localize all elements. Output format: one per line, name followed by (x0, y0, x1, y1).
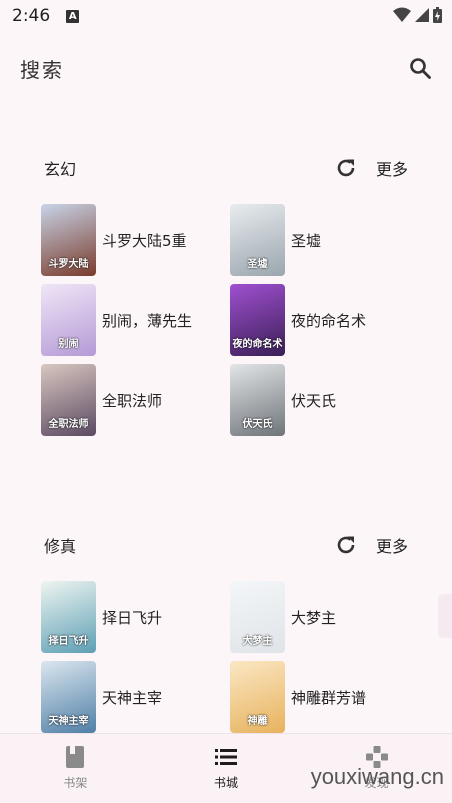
signal-icon (415, 8, 429, 22)
book-item[interactable]: 斗罗大陆 斗罗大陆5重 (41, 200, 230, 280)
status-bar: 2:46 A (0, 0, 452, 32)
search-bar[interactable]: 搜索 (0, 42, 452, 94)
book-item[interactable]: 大梦主 大梦主 (230, 577, 419, 657)
search-button[interactable] (400, 48, 440, 88)
book-title[interactable]: 择日飞升 (102, 607, 162, 628)
cover-text: 大梦主 (242, 636, 273, 647)
nav-label: 书城 (214, 776, 239, 790)
nav-item-bookshelf[interactable]: 书架 (0, 734, 151, 803)
cover-text: 天神主宰 (48, 716, 89, 727)
cover-text: 全职法师 (48, 419, 89, 430)
book-cover[interactable]: 斗罗大陆 (41, 204, 96, 276)
cover-text: 择日飞升 (48, 636, 89, 647)
book-title[interactable]: 别闹，薄先生 (102, 310, 192, 331)
book-item[interactable]: 夜的命名术 夜的命名术 (230, 280, 419, 360)
cover-text: 夜的命名术 (232, 339, 283, 350)
section-header: 玄幻 更多 (0, 148, 452, 188)
book-grid: 斗罗大陆 斗罗大陆5重 圣墟 圣墟 别闹 别闹，薄先生 夜的命名术 夜的命名术 全职法师 全职法师… (0, 200, 452, 440)
book-cover[interactable]: 天神主宰 (41, 661, 96, 733)
battery-icon (433, 7, 442, 23)
book-title[interactable]: 夜的命名术 (291, 310, 366, 331)
book-title[interactable]: 大梦主 (291, 607, 336, 628)
more-button[interactable]: 更多 (376, 152, 408, 184)
section-header: 修真 更多 (0, 525, 452, 565)
book-title[interactable]: 神雕群芳谱 (291, 687, 366, 708)
refresh-icon (337, 536, 355, 554)
book-cover[interactable]: 夜的命名术 (230, 284, 285, 356)
book-item[interactable]: 圣墟 圣墟 (230, 200, 419, 280)
book-cover[interactable]: 伏天氏 (230, 364, 285, 436)
book-item[interactable]: 全职法师 全职法师 (41, 360, 230, 440)
book-item[interactable]: 伏天氏 伏天氏 (230, 360, 419, 440)
book-cover[interactable]: 大梦主 (230, 581, 285, 653)
book-item[interactable]: 别闹 别闹，薄先生 (41, 280, 230, 360)
book-cover[interactable]: 择日飞升 (41, 581, 96, 653)
nav-label: 书架 (63, 776, 88, 790)
section-title: 修真 (44, 537, 77, 556)
more-button[interactable]: 更多 (376, 529, 408, 561)
section-xiuzhen: 修真 更多 择日飞升 择日飞升 大梦主 大梦主 天神主宰 天神主宰 神雕 神雕群芳谱 (0, 525, 452, 737)
section-xuanhuan: 玄幻 更多 斗罗大陆 斗罗大陆5重 圣墟 圣墟 别闹 别闹，薄先生 夜的命名术 夜的命名术 全职… (0, 148, 452, 440)
nav-item-bookstore[interactable]: 书城 (151, 734, 302, 803)
book-icon (66, 746, 85, 768)
book-title[interactable]: 圣墟 (291, 230, 321, 251)
book-title[interactable]: 全职法师 (102, 390, 162, 411)
book-title[interactable]: 斗罗大陆5重 (102, 230, 187, 251)
book-title[interactable]: 伏天氏 (291, 390, 336, 411)
book-item[interactable]: 天神主宰 天神主宰 (41, 657, 230, 737)
cover-text: 伏天氏 (242, 419, 273, 430)
book-cover[interactable]: 圣墟 (230, 204, 285, 276)
notification-icon: A (66, 9, 80, 23)
cover-text: 别闹 (58, 339, 79, 350)
edge-handle[interactable] (438, 594, 452, 638)
wifi-icon (393, 7, 411, 22)
search-label[interactable]: 搜索 (20, 54, 400, 83)
book-grid: 择日飞升 择日飞升 大梦主 大梦主 天神主宰 天神主宰 神雕 神雕群芳谱 (0, 577, 452, 737)
book-title[interactable]: 天神主宰 (102, 687, 162, 708)
book-cover[interactable]: 全职法师 (41, 364, 96, 436)
list-icon (215, 746, 237, 768)
book-item[interactable]: 择日飞升 择日飞升 (41, 577, 230, 657)
book-cover[interactable]: 神雕 (230, 661, 285, 733)
book-item[interactable]: 神雕 神雕群芳谱 (230, 657, 419, 737)
refresh-button[interactable] (330, 529, 362, 561)
cover-text: 圣墟 (247, 259, 268, 270)
cover-text: 神雕 (247, 716, 268, 727)
refresh-icon (337, 159, 355, 177)
cover-text: 斗罗大陆 (48, 259, 89, 270)
status-icons (393, 7, 442, 23)
status-time: 2:46 (12, 6, 51, 26)
book-cover[interactable]: 别闹 (41, 284, 96, 356)
section-title: 玄幻 (44, 160, 77, 179)
watermark: youxiwang.cn (310, 764, 444, 789)
refresh-button[interactable] (330, 152, 362, 184)
search-icon (410, 58, 431, 79)
